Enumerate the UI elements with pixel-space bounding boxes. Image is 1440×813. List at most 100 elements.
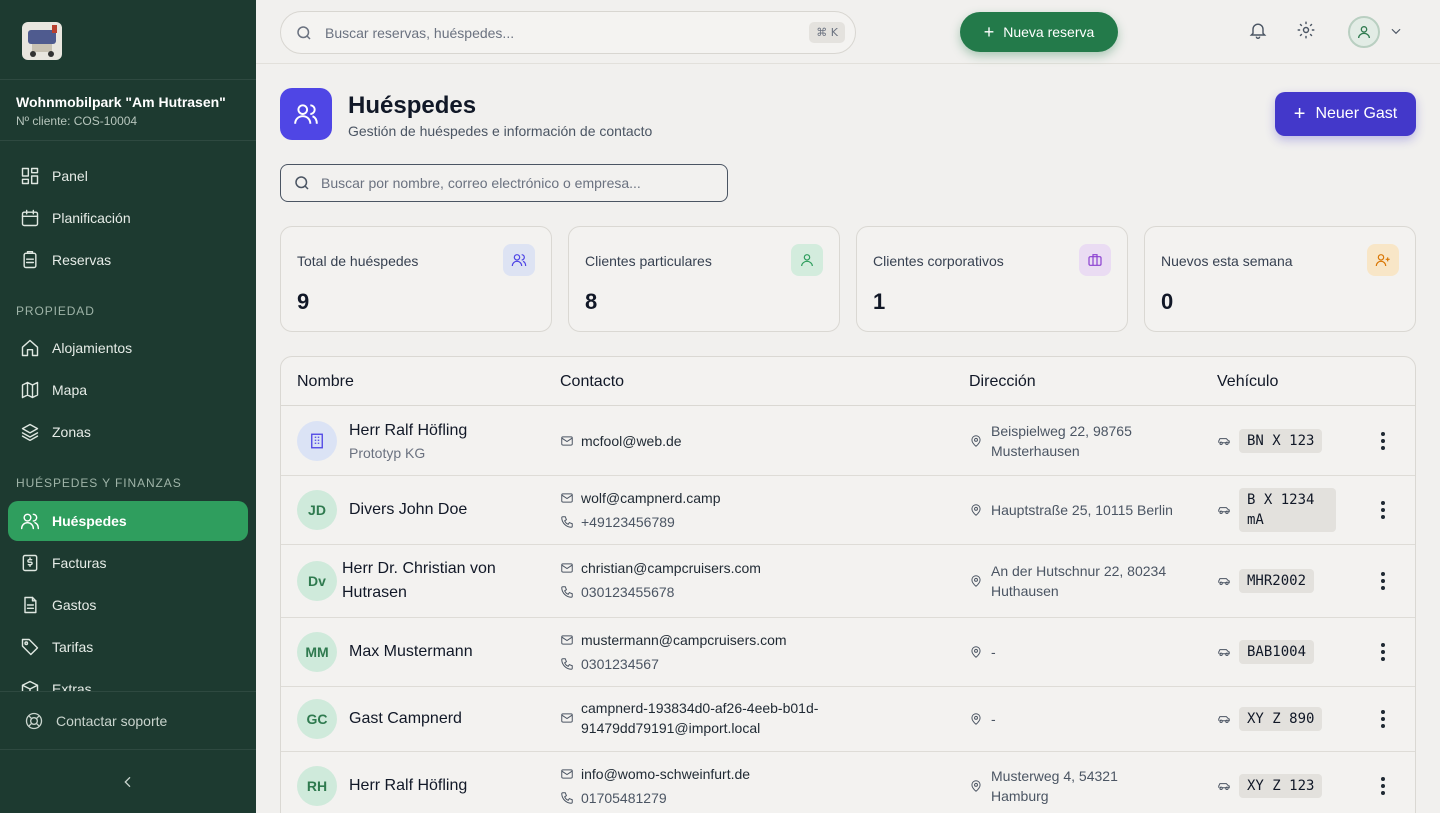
guest-search-input[interactable]: [321, 175, 721, 191]
table-row[interactable]: Herr Ralf Höfling Prototyp KG mcfool@web…: [281, 407, 1415, 476]
sidebar-item-label: Facturas: [52, 555, 107, 571]
topbar: ⌘ K + Nueva reserva: [256, 0, 1440, 64]
search-shortcut: ⌘ K: [809, 22, 845, 43]
guest-vehicle: BN X 123: [1217, 429, 1323, 453]
guests-table: Nombre Contacto Dirección Vehículo Herr …: [280, 356, 1416, 813]
guest-contact: mcfool@web.de: [560, 431, 682, 451]
sidebar-item-huespedes[interactable]: Huéspedes: [8, 501, 248, 541]
sidebar-item-label: Gastos: [52, 597, 97, 613]
column-header-name[interactable]: Nombre: [297, 373, 354, 391]
collapse-sidebar-button[interactable]: [0, 749, 256, 813]
row-actions-button[interactable]: [1375, 709, 1391, 729]
sidebar-item-label: Alojamientos: [52, 340, 133, 356]
settings-button[interactable]: [1296, 20, 1320, 44]
global-search[interactable]: ⌘ K: [280, 11, 856, 54]
guest-email[interactable]: wolf@campnerd.camp: [581, 488, 721, 508]
guest-email[interactable]: mustermann@campcruisers.com: [581, 630, 787, 650]
briefcase-icon: [1088, 254, 1102, 266]
row-actions-button[interactable]: [1375, 571, 1391, 591]
guest-name: Herr Ralf Höfling: [349, 777, 468, 794]
guest-phone[interactable]: 0301234567: [581, 654, 659, 674]
home-icon: [21, 339, 39, 357]
guest-email[interactable]: info@womo-schweinfurt.de: [581, 764, 750, 784]
mail-icon: [561, 713, 573, 723]
row-actions-button[interactable]: [1375, 500, 1391, 520]
column-header-vehicle[interactable]: Vehículo: [1217, 373, 1278, 391]
guest-address: An der Hutschnur 22, 80234 Huthausen: [969, 561, 1166, 601]
guest-email[interactable]: mcfool@web.de: [581, 431, 682, 451]
tenant-number: Nº cliente: COS-10004: [16, 114, 138, 128]
table-row[interactable]: RH Herr Ralf Höfling info@womo-schweinfu…: [281, 752, 1415, 813]
gear-icon: [1297, 21, 1315, 39]
contact-support-button[interactable]: Contactar soporte: [0, 691, 256, 749]
stat-value: 0: [1161, 289, 1174, 314]
box-icon: [21, 680, 39, 691]
table-row[interactable]: Dv Herr Dr. Christian von Hutrasen chris…: [281, 545, 1415, 618]
row-actions-button[interactable]: [1375, 431, 1391, 451]
phone-icon: [561, 516, 573, 528]
car-icon: [1218, 438, 1230, 445]
table-row[interactable]: JD Divers John Doe wolf@campnerd.camp +4…: [281, 476, 1415, 545]
sidebar-item-label: Zonas: [52, 424, 91, 440]
guest-name: Herr Dr. Christian von Hutrasen: [342, 560, 496, 601]
row-actions-button[interactable]: [1375, 776, 1391, 796]
dashboard-icon: [21, 167, 39, 185]
phone-icon: [561, 792, 573, 804]
sidebar-item-tarifas[interactable]: Tarifas: [8, 627, 248, 667]
column-header-address[interactable]: Dirección: [969, 373, 1036, 391]
sidebar-item-panel[interactable]: Panel: [8, 156, 248, 196]
user-avatar[interactable]: [1348, 16, 1380, 48]
table-row[interactable]: MM Max Mustermann mustermann@campcruiser…: [281, 618, 1415, 687]
map-pin-icon: [971, 713, 981, 725]
user-menu-toggle[interactable]: [1389, 24, 1403, 43]
stat-icon-badge: [791, 244, 823, 276]
sidebar-item-planificacion[interactable]: Planificación: [8, 198, 248, 238]
guest-vehicle: B X 1234 mA: [1217, 488, 1336, 532]
table-row[interactable]: GC Gast Campnerd campnerd-193834d0-af26-…: [281, 687, 1415, 752]
guest-avatar: Dv: [297, 561, 337, 601]
map-pin-icon: [971, 435, 981, 447]
app-logo[interactable]: [22, 22, 62, 60]
global-search-input[interactable]: [325, 24, 785, 41]
column-header-contact[interactable]: Contacto: [560, 373, 624, 391]
guest-phone[interactable]: +49123456789: [581, 512, 675, 532]
lifebuoy-icon: [25, 712, 43, 729]
mail-icon: [561, 436, 573, 446]
car-icon: [1218, 783, 1230, 790]
stat-icon-badge: [1367, 244, 1399, 276]
new-guest-button[interactable]: + Neuer Gast: [1275, 92, 1416, 136]
new-booking-button[interactable]: + Nueva reserva: [960, 12, 1118, 52]
sidebar-logo-area: [0, 0, 256, 80]
sidebar-item-zonas[interactable]: Zonas: [8, 412, 248, 452]
license-plate: XY Z 890: [1239, 707, 1323, 731]
guest-contact: christian@campcruisers.com 030123455678: [560, 558, 761, 602]
sidebar-item-alojamientos[interactable]: Alojamientos: [8, 328, 248, 368]
notifications-button[interactable]: [1248, 20, 1272, 44]
sidebar-item-gastos[interactable]: Gastos: [8, 585, 248, 625]
guest-phone[interactable]: 030123455678: [581, 582, 674, 602]
guest-phone[interactable]: 01705481279: [581, 788, 667, 808]
chevron-left-icon: [124, 776, 131, 787]
sidebar-item-extras[interactable]: Extras: [8, 669, 248, 691]
sidebar-item-reservas[interactable]: Reservas: [8, 240, 248, 280]
invoice-icon: [22, 554, 38, 572]
stat-label: Clientes particulares: [585, 253, 712, 269]
guest-contact: wolf@campnerd.camp +49123456789: [560, 488, 721, 532]
guest-vehicle: XY Z 890: [1217, 707, 1323, 731]
sidebar-item-facturas[interactable]: Facturas: [8, 543, 248, 583]
user-icon: [801, 254, 813, 267]
sidebar-item-mapa[interactable]: Mapa: [8, 370, 248, 410]
row-actions-button[interactable]: [1375, 642, 1391, 662]
sidebar-item-label: Huéspedes: [52, 513, 127, 529]
license-plate: XY Z 123: [1239, 774, 1323, 798]
mail-icon: [561, 493, 573, 503]
stat-icon-badge: [1079, 244, 1111, 276]
clipboard-icon: [23, 250, 37, 269]
stat-label: Nuevos esta semana: [1161, 253, 1293, 269]
car-icon: [1218, 649, 1230, 656]
guest-email[interactable]: campnerd-193834d0-af26-4eeb-b01d- 91479d…: [581, 698, 818, 738]
page-header-icon: [280, 88, 332, 140]
guest-name: Max Mustermann: [349, 643, 473, 660]
guest-email[interactable]: christian@campcruisers.com: [581, 558, 761, 578]
guest-search[interactable]: [280, 164, 728, 202]
